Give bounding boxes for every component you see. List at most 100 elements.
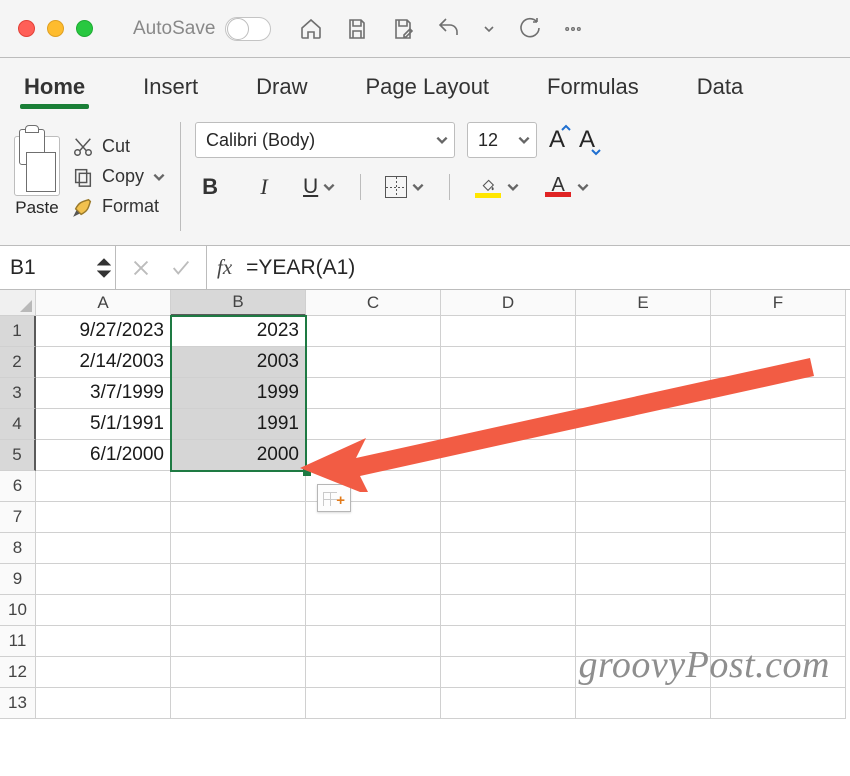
- tab-home[interactable]: Home: [22, 68, 87, 114]
- cell-d7[interactable]: [441, 502, 576, 533]
- cell-a2[interactable]: 2/14/2003: [36, 347, 171, 378]
- cell-e9[interactable]: [576, 564, 711, 595]
- formula-input[interactable]: =YEAR(A1): [242, 246, 850, 289]
- cell-b5[interactable]: 2000: [171, 440, 306, 471]
- cell-f2[interactable]: [711, 347, 846, 378]
- redo-icon[interactable]: [517, 17, 541, 41]
- col-header-e[interactable]: E: [576, 290, 711, 316]
- tab-page-layout[interactable]: Page Layout: [364, 68, 492, 114]
- cell-a8[interactable]: [36, 533, 171, 564]
- cell-d5[interactable]: [441, 440, 576, 471]
- cell-d1[interactable]: [441, 316, 576, 347]
- cell-c9[interactable]: [306, 564, 441, 595]
- cell-d2[interactable]: [441, 347, 576, 378]
- cell-d6[interactable]: [441, 471, 576, 502]
- underline-button[interactable]: U: [303, 172, 336, 202]
- bold-button[interactable]: B: [195, 172, 225, 202]
- cell-b11[interactable]: [171, 626, 306, 657]
- borders-button[interactable]: [385, 172, 425, 202]
- row-header[interactable]: 7: [0, 502, 36, 533]
- row-header[interactable]: 10: [0, 595, 36, 626]
- cell-b12[interactable]: [171, 657, 306, 688]
- cell-f13[interactable]: [711, 688, 846, 719]
- cell-d13[interactable]: [441, 688, 576, 719]
- cell-e7[interactable]: [576, 502, 711, 533]
- cell-e2[interactable]: [576, 347, 711, 378]
- cell-a12[interactable]: [36, 657, 171, 688]
- undo-icon[interactable]: [437, 17, 461, 41]
- cell-d3[interactable]: [441, 378, 576, 409]
- row-header[interactable]: 11: [0, 626, 36, 657]
- cell-f8[interactable]: [711, 533, 846, 564]
- cell-e5[interactable]: [576, 440, 711, 471]
- cell-a10[interactable]: [36, 595, 171, 626]
- cell-c1[interactable]: [306, 316, 441, 347]
- cell-c12[interactable]: [306, 657, 441, 688]
- cell-a3[interactable]: 3/7/1999: [36, 378, 171, 409]
- cell-b13[interactable]: [171, 688, 306, 719]
- close-window[interactable]: [18, 20, 35, 37]
- cell-f4[interactable]: [711, 409, 846, 440]
- row-header[interactable]: 5: [0, 440, 36, 471]
- cell-b6[interactable]: [171, 471, 306, 502]
- home-icon[interactable]: [299, 17, 323, 41]
- cut-button[interactable]: Cut: [72, 136, 166, 158]
- cell-e4[interactable]: [576, 409, 711, 440]
- cell-c2[interactable]: [306, 347, 441, 378]
- autosave-toggle[interactable]: AutoSave: [133, 17, 271, 41]
- col-header-d[interactable]: D: [441, 290, 576, 316]
- cell-e1[interactable]: [576, 316, 711, 347]
- cell-e10[interactable]: [576, 595, 711, 626]
- minimize-window[interactable]: [47, 20, 64, 37]
- cell-a9[interactable]: [36, 564, 171, 595]
- copy-button[interactable]: Copy: [72, 166, 166, 188]
- cell-a11[interactable]: [36, 626, 171, 657]
- cell-b4[interactable]: 1991: [171, 409, 306, 440]
- autofill-options-button[interactable]: +: [317, 484, 351, 512]
- tab-formulas[interactable]: Formulas: [545, 68, 641, 114]
- cell-f7[interactable]: [711, 502, 846, 533]
- fill-color-button[interactable]: [474, 172, 520, 202]
- row-header[interactable]: 8: [0, 533, 36, 564]
- cell-a4[interactable]: 5/1/1991: [36, 409, 171, 440]
- col-header-b[interactable]: B: [171, 290, 306, 316]
- accept-formula-button[interactable]: [170, 257, 192, 279]
- name-box-stepper[interactable]: [97, 256, 111, 280]
- save-icon[interactable]: [345, 17, 369, 41]
- tab-data[interactable]: Data: [695, 68, 745, 114]
- cell-a1[interactable]: 9/27/2023: [36, 316, 171, 347]
- cell-c3[interactable]: [306, 378, 441, 409]
- italic-button[interactable]: I: [249, 172, 279, 202]
- cell-d11[interactable]: [441, 626, 576, 657]
- cell-b7[interactable]: [171, 502, 306, 533]
- col-header-c[interactable]: C: [306, 290, 441, 316]
- name-box[interactable]: B1: [0, 246, 116, 289]
- row-header[interactable]: 6: [0, 471, 36, 502]
- cancel-formula-button[interactable]: [130, 257, 152, 279]
- decrease-font-size-button[interactable]: A: [579, 126, 595, 154]
- cell-c5[interactable]: [306, 440, 441, 471]
- row-header[interactable]: 12: [0, 657, 36, 688]
- cell-b1[interactable]: 2023: [171, 316, 306, 347]
- cell-f6[interactable]: [711, 471, 846, 502]
- zoom-window[interactable]: [76, 20, 93, 37]
- cell-b2[interactable]: 2003: [171, 347, 306, 378]
- cell-f5[interactable]: [711, 440, 846, 471]
- cell-e3[interactable]: [576, 378, 711, 409]
- cell-e8[interactable]: [576, 533, 711, 564]
- cell-d8[interactable]: [441, 533, 576, 564]
- col-header-a[interactable]: A: [36, 290, 171, 316]
- more-icon[interactable]: [563, 17, 583, 41]
- row-header[interactable]: 3: [0, 378, 36, 409]
- cell-f10[interactable]: [711, 595, 846, 626]
- cell-a6[interactable]: [36, 471, 171, 502]
- font-family-dropdown[interactable]: Calibri (Body): [195, 122, 455, 158]
- tab-insert[interactable]: Insert: [141, 68, 200, 114]
- select-all-button[interactable]: [0, 290, 36, 316]
- chevron-down-icon[interactable]: [516, 133, 532, 147]
- fx-icon[interactable]: fx: [207, 246, 242, 289]
- cell-e13[interactable]: [576, 688, 711, 719]
- cell-a5[interactable]: 6/1/2000: [36, 440, 171, 471]
- cell-f9[interactable]: [711, 564, 846, 595]
- cell-d4[interactable]: [441, 409, 576, 440]
